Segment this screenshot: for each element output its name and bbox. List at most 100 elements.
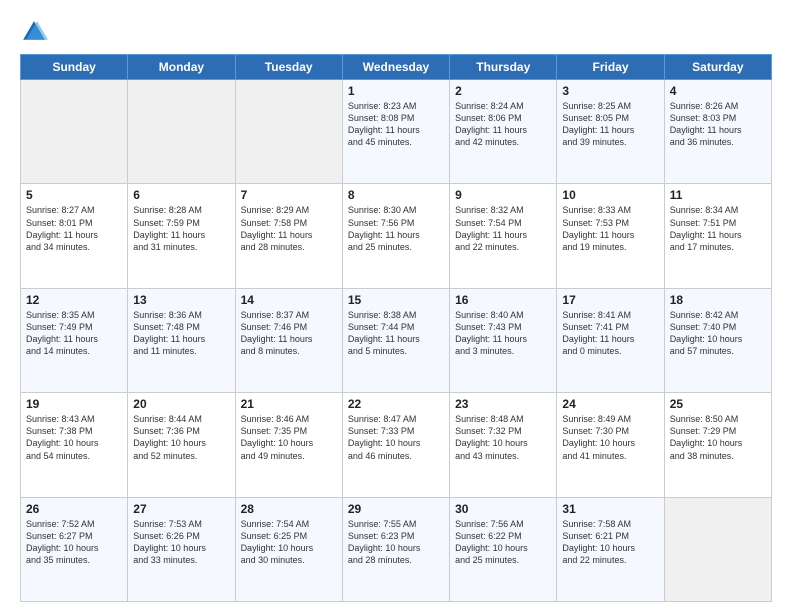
day-number: 30 xyxy=(455,502,551,516)
day-info: Sunrise: 7:56 AM Sunset: 6:22 PM Dayligh… xyxy=(455,518,551,567)
calendar-cell: 20Sunrise: 8:44 AM Sunset: 7:36 PM Dayli… xyxy=(128,393,235,497)
day-header-wednesday: Wednesday xyxy=(342,55,449,80)
calendar-cell: 31 Sunrise: 7:58 AM Sunset: 6:21 PM Dayli… xyxy=(557,497,664,601)
day-header-tuesday: Tuesday xyxy=(235,55,342,80)
day-info: Sunrise: 8:50 AM Sunset: 7:29 PM Dayligh… xyxy=(670,413,766,462)
calendar-cell: 9 Sunrise: 8:32 AM Sunset: 7:54 PM Daylig… xyxy=(450,184,557,288)
day-number: 7 xyxy=(241,188,337,202)
day-info: Sunrise: 8:32 AM Sunset: 7:54 PM Dayligh… xyxy=(455,204,551,253)
calendar-cell: 11 Sunrise: 8:34 AM Sunset: 7:51 PM Dayli… xyxy=(664,184,771,288)
day-number: 31 xyxy=(562,502,658,516)
day-info: Sunrise: 8:24 AM Sunset: 8:06 PM Dayligh… xyxy=(455,100,551,149)
calendar-cell: 15 Sunrise: 8:38 AM Sunset: 7:44 PM Dayli… xyxy=(342,288,449,392)
calendar-cell: 29 Sunrise: 7:55 AM Sunset: 6:23 PM Dayli… xyxy=(342,497,449,601)
day-info: Sunrise: 8:38 AM Sunset: 7:44 PM Dayligh… xyxy=(348,309,444,358)
calendar-body: 1 Sunrise: 8:23 AM Sunset: 8:08 PM Daylig… xyxy=(21,80,772,602)
calendar-cell: 26 Sunrise: 7:52 AM Sunset: 6:27 PM Dayli… xyxy=(21,497,128,601)
calendar-cell: 27 Sunrise: 7:53 AM Sunset: 6:26 PM Dayli… xyxy=(128,497,235,601)
day-number: 27 xyxy=(133,502,229,516)
day-header-sunday: Sunday xyxy=(21,55,128,80)
day-number: 28 xyxy=(241,502,337,516)
day-info: Sunrise: 8:36 AM Sunset: 7:48 PM Dayligh… xyxy=(133,309,229,358)
calendar-cell xyxy=(128,80,235,184)
logo xyxy=(20,18,52,46)
calendar-cell: 24 Sunrise: 8:49 AM Sunset: 7:30 PM Dayli… xyxy=(557,393,664,497)
day-number: 18 xyxy=(670,293,766,307)
day-number: 11 xyxy=(670,188,766,202)
week-row-3: 19 Sunrise: 8:43 AM Sunset: 7:38 PM Dayli… xyxy=(21,393,772,497)
calendar-cell: 19 Sunrise: 8:43 AM Sunset: 7:38 PM Dayli… xyxy=(21,393,128,497)
day-number: 25 xyxy=(670,397,766,411)
calendar-cell: 5 Sunrise: 8:27 AM Sunset: 8:01 PM Daylig… xyxy=(21,184,128,288)
day-number: 10 xyxy=(562,188,658,202)
day-number: 16 xyxy=(455,293,551,307)
day-number: 4 xyxy=(670,84,766,98)
day-info: Sunrise: 8:25 AM Sunset: 8:05 PM Dayligh… xyxy=(562,100,658,149)
day-number: 17 xyxy=(562,293,658,307)
day-number: 2 xyxy=(455,84,551,98)
week-row-0: 1 Sunrise: 8:23 AM Sunset: 8:08 PM Daylig… xyxy=(21,80,772,184)
day-info: Sunrise: 7:52 AM Sunset: 6:27 PM Dayligh… xyxy=(26,518,122,567)
day-info: Sunrise: 8:33 AM Sunset: 7:53 PM Dayligh… xyxy=(562,204,658,253)
calendar-cell: 14 Sunrise: 8:37 AM Sunset: 7:46 PM Dayli… xyxy=(235,288,342,392)
calendar-cell: 16 Sunrise: 8:40 AM Sunset: 7:43 PM Dayli… xyxy=(450,288,557,392)
calendar-cell: 21 Sunrise: 8:46 AM Sunset: 7:35 PM Dayli… xyxy=(235,393,342,497)
header-row: SundayMondayTuesdayWednesdayThursdayFrid… xyxy=(21,55,772,80)
day-header-thursday: Thursday xyxy=(450,55,557,80)
calendar-cell: 4Sunrise: 8:26 AM Sunset: 8:03 PM Daylig… xyxy=(664,80,771,184)
calendar-cell xyxy=(235,80,342,184)
week-row-2: 12 Sunrise: 8:35 AM Sunset: 7:49 PM Dayli… xyxy=(21,288,772,392)
calendar-cell: 17 Sunrise: 8:41 AM Sunset: 7:41 PM Dayli… xyxy=(557,288,664,392)
day-info: Sunrise: 7:53 AM Sunset: 6:26 PM Dayligh… xyxy=(133,518,229,567)
day-number: 9 xyxy=(455,188,551,202)
day-number: 21 xyxy=(241,397,337,411)
day-info: Sunrise: 8:27 AM Sunset: 8:01 PM Dayligh… xyxy=(26,204,122,253)
day-number: 5 xyxy=(26,188,122,202)
day-number: 22 xyxy=(348,397,444,411)
calendar-cell xyxy=(664,497,771,601)
calendar-cell: 12 Sunrise: 8:35 AM Sunset: 7:49 PM Dayli… xyxy=(21,288,128,392)
day-number: 14 xyxy=(241,293,337,307)
day-number: 13 xyxy=(133,293,229,307)
calendar-cell xyxy=(21,80,128,184)
day-number: 24 xyxy=(562,397,658,411)
day-number: 12 xyxy=(26,293,122,307)
day-number: 6 xyxy=(133,188,229,202)
day-number: 3 xyxy=(562,84,658,98)
day-info: Sunrise: 7:54 AM Sunset: 6:25 PM Dayligh… xyxy=(241,518,337,567)
calendar-cell: 3 Sunrise: 8:25 AM Sunset: 8:05 PM Daylig… xyxy=(557,80,664,184)
day-info: Sunrise: 8:35 AM Sunset: 7:49 PM Dayligh… xyxy=(26,309,122,358)
calendar-cell: 30 Sunrise: 7:56 AM Sunset: 6:22 PM Dayli… xyxy=(450,497,557,601)
day-number: 19 xyxy=(26,397,122,411)
day-info: Sunrise: 8:30 AM Sunset: 7:56 PM Dayligh… xyxy=(348,204,444,253)
calendar-cell: 7 Sunrise: 8:29 AM Sunset: 7:58 PM Daylig… xyxy=(235,184,342,288)
day-info: Sunrise: 8:29 AM Sunset: 7:58 PM Dayligh… xyxy=(241,204,337,253)
calendar-cell: 1 Sunrise: 8:23 AM Sunset: 8:08 PM Daylig… xyxy=(342,80,449,184)
day-number: 15 xyxy=(348,293,444,307)
week-row-1: 5 Sunrise: 8:27 AM Sunset: 8:01 PM Daylig… xyxy=(21,184,772,288)
day-header-friday: Friday xyxy=(557,55,664,80)
day-info: Sunrise: 7:55 AM Sunset: 6:23 PM Dayligh… xyxy=(348,518,444,567)
calendar-cell: 6Sunrise: 8:28 AM Sunset: 7:59 PM Daylig… xyxy=(128,184,235,288)
calendar-cell: 23Sunrise: 8:48 AM Sunset: 7:32 PM Dayli… xyxy=(450,393,557,497)
day-info: Sunrise: 8:34 AM Sunset: 7:51 PM Dayligh… xyxy=(670,204,766,253)
day-info: Sunrise: 8:49 AM Sunset: 7:30 PM Dayligh… xyxy=(562,413,658,462)
day-info: Sunrise: 8:42 AM Sunset: 7:40 PM Dayligh… xyxy=(670,309,766,358)
day-info: Sunrise: 8:40 AM Sunset: 7:43 PM Dayligh… xyxy=(455,309,551,358)
calendar-cell: 25 Sunrise: 8:50 AM Sunset: 7:29 PM Dayli… xyxy=(664,393,771,497)
day-header-monday: Monday xyxy=(128,55,235,80)
calendar-cell: 10 Sunrise: 8:33 AM Sunset: 7:53 PM Dayli… xyxy=(557,184,664,288)
day-info: Sunrise: 8:23 AM Sunset: 8:08 PM Dayligh… xyxy=(348,100,444,149)
day-info: Sunrise: 7:58 AM Sunset: 6:21 PM Dayligh… xyxy=(562,518,658,567)
day-number: 1 xyxy=(348,84,444,98)
day-info: Sunrise: 8:43 AM Sunset: 7:38 PM Dayligh… xyxy=(26,413,122,462)
header xyxy=(20,18,772,46)
day-info: Sunrise: 8:37 AM Sunset: 7:46 PM Dayligh… xyxy=(241,309,337,358)
day-info: Sunrise: 8:46 AM Sunset: 7:35 PM Dayligh… xyxy=(241,413,337,462)
day-number: 29 xyxy=(348,502,444,516)
day-number: 26 xyxy=(26,502,122,516)
calendar-header: SundayMondayTuesdayWednesdayThursdayFrid… xyxy=(21,55,772,80)
day-number: 8 xyxy=(348,188,444,202)
day-number: 20 xyxy=(133,397,229,411)
day-info: Sunrise: 8:41 AM Sunset: 7:41 PM Dayligh… xyxy=(562,309,658,358)
